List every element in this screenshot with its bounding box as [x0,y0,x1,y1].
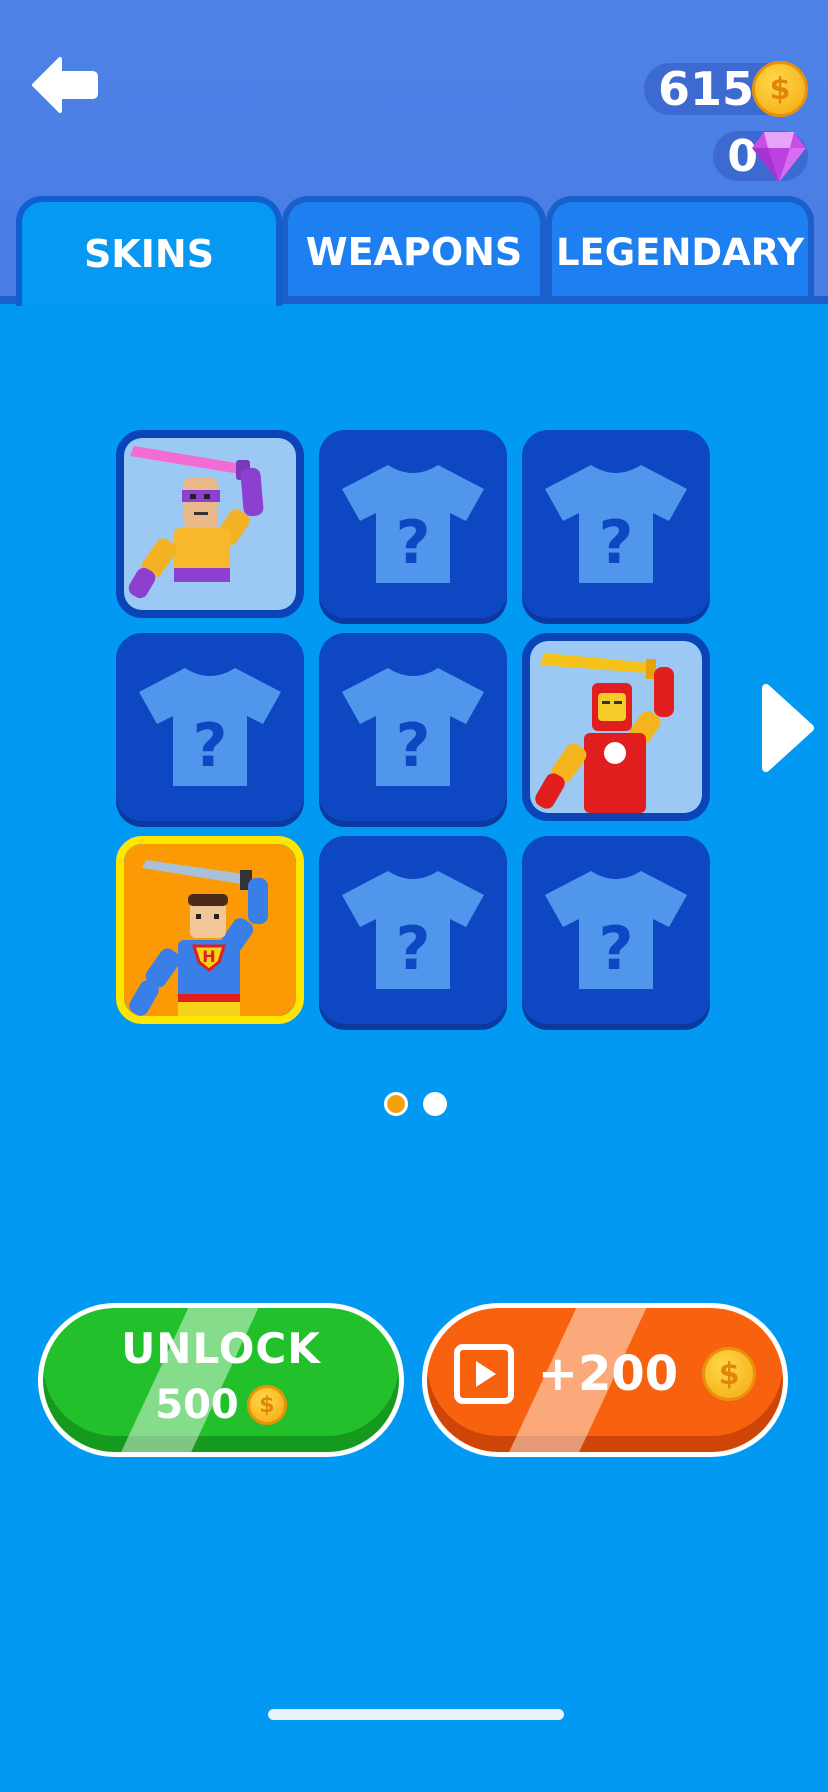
svg-text:?: ? [599,508,634,578]
locked-skin-cell[interactable]: ? [522,430,710,618]
video-play-icon [453,1344,514,1404]
unlock-label: UNLOCK [121,1324,321,1373]
page-indicator [384,1092,447,1116]
red-armored-hero-image [530,641,702,813]
locked-skin-cell[interactable]: ? [522,836,710,1024]
page-dot-1[interactable] [384,1092,408,1116]
locked-skin-cell[interactable]: ? [319,633,507,821]
reward-amount: +200 [537,1346,679,1402]
tab-legendary[interactable]: LEGENDARY [546,196,814,302]
svg-text:?: ? [193,711,228,781]
coin-icon: $ [702,1347,757,1401]
coin-amount: 615 [657,62,754,116]
locked-skin-cell[interactable]: ? [116,633,304,821]
tab-weapons[interactable]: WEAPONS [282,196,546,302]
watch-video-reward-button[interactable]: +200 $ [422,1303,788,1457]
back-arrow-icon[interactable] [30,55,100,115]
skin-cell-caped-hero-selected[interactable]: H [116,836,304,1024]
caped-hero-image: H [124,844,296,1016]
home-indicator[interactable] [268,1709,564,1720]
gem-counter: 0 [713,131,808,182]
svg-text:?: ? [396,711,431,781]
mystery-shirt-icon: ? [342,668,484,786]
next-page-arrow-icon[interactable] [758,682,816,774]
coin-icon: $ [752,61,808,117]
gem-icon [752,132,806,182]
mystery-shirt-icon: ? [342,871,484,989]
unlock-price: 500 $ [43,1382,399,1428]
skin-cell-red-armored[interactable] [522,633,710,821]
page-dot-2[interactable] [423,1092,447,1116]
coin-icon: $ [246,1385,287,1425]
mystery-shirt-icon: ? [545,871,687,989]
skin-grid: ? ? ? ? H ? ? [116,430,716,1030]
coin-counter: 615 $ [643,61,808,117]
tab-skins[interactable]: SKINS [16,196,282,306]
unlock-button[interactable]: UNLOCK 500 $ [38,1303,404,1457]
mystery-shirt-icon: ? [342,465,484,583]
skin-cell-purple-masked[interactable] [116,430,304,618]
svg-text:?: ? [396,508,431,578]
tab-bar: SKINS WEAPONS LEGENDARY [0,196,828,306]
locked-skin-cell[interactable]: ? [319,836,507,1024]
active-tab-joiner [22,296,276,306]
unlock-price-amount: 500 [155,1382,239,1428]
svg-text:?: ? [396,914,431,984]
mystery-shirt-icon: ? [545,465,687,583]
svg-text:H: H [202,947,215,966]
purple-masked-fighter-image [124,438,296,610]
mystery-shirt-icon: ? [139,668,281,786]
reward-content: +200 $ [427,1344,783,1404]
locked-skin-cell[interactable]: ? [319,430,507,618]
svg-text:?: ? [599,914,634,984]
